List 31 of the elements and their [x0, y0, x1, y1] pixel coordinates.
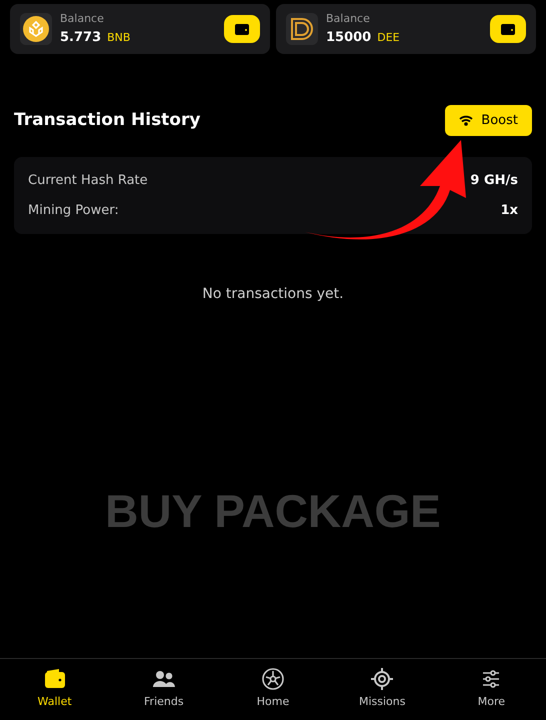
wallet-button[interactable]: [490, 15, 526, 43]
currency-label: BNB: [107, 30, 130, 46]
wallet-icon: [501, 23, 515, 35]
wallet-button[interactable]: [224, 15, 260, 43]
balance-amount: 15000: [326, 28, 372, 46]
stat-label: Current Hash Rate: [28, 172, 148, 190]
empty-message: No transactions yet.: [202, 285, 344, 304]
people-icon: [152, 671, 175, 688]
wallet-icon: [44, 669, 66, 690]
nav-tab[interactable]: Wallet: [0, 659, 110, 720]
currency-label: DEE: [377, 30, 400, 46]
nav-tab[interactable]: Friends: [109, 659, 218, 720]
target-icon: [371, 668, 394, 690]
nav-tab[interactable]: Missions: [328, 659, 437, 720]
section-title: Transaction History: [14, 108, 200, 132]
boost-button[interactable]: Boost: [445, 105, 532, 136]
wallet-icon: [235, 23, 249, 35]
stat-value: 1x: [500, 202, 518, 220]
logo-icon: [289, 16, 315, 42]
caption-overlay: BUY PACKAGE: [105, 484, 441, 539]
sliders-icon: [482, 670, 500, 688]
signal-icon: [459, 115, 474, 126]
balance-amount: 5.773: [60, 28, 102, 46]
balance-label: Balance: [60, 11, 105, 27]
balance-label: Balance: [326, 11, 371, 27]
coin-icon: [23, 16, 49, 42]
nav-tab[interactable]: More: [436, 659, 546, 720]
nav-tab[interactable]: Home: [218, 659, 328, 720]
stat-label: Mining Power:: [28, 202, 119, 220]
stat-value: 9 GH/s: [470, 172, 518, 190]
wheel-icon: [262, 668, 284, 690]
